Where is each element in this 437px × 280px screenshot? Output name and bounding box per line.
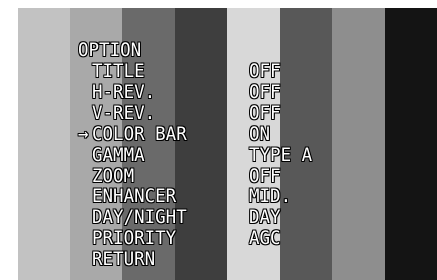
menu-item-label[interactable]: PRIORITY [92, 229, 176, 248]
menu-item-label[interactable]: V-REV. [92, 103, 155, 123]
menu-item-value: TYPE A [249, 143, 313, 166]
menu-item-value: AGC [249, 227, 281, 250]
menu-item-value: OFF [249, 80, 281, 103]
osd-menu: OPTION → TITLE OFF H-REV. OFF V-REV. OFF COLOR… [0, 0, 437, 280]
selection-cursor-arrow: → [78, 122, 89, 145]
menu-item-label[interactable]: DAY/NIGHT [92, 208, 187, 227]
menu-item-value: OFF [249, 164, 281, 187]
menu-item-label[interactable]: GAMMA [92, 145, 145, 165]
menu-item-label[interactable]: ENHANCER [92, 187, 176, 206]
menu-item-value: MID. [249, 185, 292, 208]
menu-title: OPTION [78, 39, 142, 61]
menu-item-label[interactable]: COLOR BAR [92, 124, 187, 144]
menu-item-value: DAY [249, 206, 281, 229]
menu-item-value: OFF [249, 101, 281, 124]
menu-item-label[interactable]: H-REV. [92, 82, 155, 102]
menu-item-label[interactable]: RETURN [92, 250, 155, 269]
menu-item-label[interactable]: ZOOM [92, 166, 134, 186]
camera-video-screen: OPTION → TITLE OFF H-REV. OFF V-REV. OFF COLOR… [0, 0, 437, 280]
menu-item-value: OFF [249, 60, 281, 82]
menu-item-value: ON [249, 122, 271, 145]
menu-item-label[interactable]: TITLE [92, 62, 145, 81]
